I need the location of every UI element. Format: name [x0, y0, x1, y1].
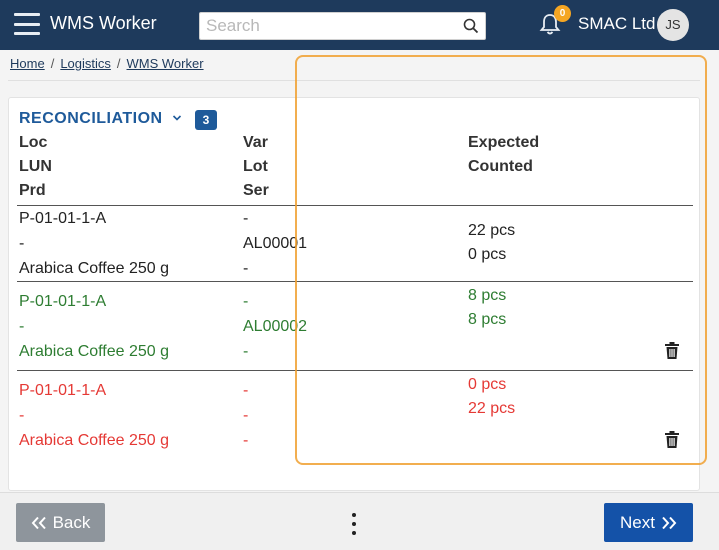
header-col-1: Loc LUN Prd	[19, 131, 52, 203]
breadcrumb-separator: /	[116, 56, 121, 71]
row-variant-cell: - - -	[243, 378, 248, 453]
row-counted: 8 pcs	[468, 311, 507, 328]
company-name[interactable]: SMAC Ltd	[578, 14, 655, 34]
back-label: Back	[52, 512, 91, 532]
app-title: WMS Worker	[50, 13, 157, 33]
more-vertical-icon[interactable]	[348, 513, 360, 535]
header-ser: Ser	[243, 182, 269, 199]
breadcrumb: Home / Logistics / WMS Worker	[10, 56, 204, 71]
trash-icon[interactable]	[665, 431, 679, 448]
header-var: Var	[243, 134, 268, 151]
row-loc: P-01-01-1-A	[19, 293, 107, 310]
next-label: Next	[620, 512, 655, 532]
row-qty-cell: 22 pcs 0 pcs	[468, 219, 515, 267]
header-expected: Expected	[468, 134, 540, 151]
next-button[interactable]: Next	[604, 503, 693, 542]
row-var: -	[243, 210, 249, 227]
row-lun: -	[19, 235, 25, 252]
table-row[interactable]: P-01-01-1-A - Arabica Coffee 250 g	[19, 378, 169, 453]
header-loc: Loc	[19, 134, 48, 151]
row-expected: 22 pcs	[468, 222, 516, 239]
row-lot: -	[243, 407, 249, 424]
search-box[interactable]	[199, 12, 486, 40]
breadcrumb-logistics[interactable]: Logistics	[60, 56, 111, 71]
row-loc: P-01-01-1-A	[19, 210, 107, 227]
hamburger-icon[interactable]	[14, 13, 40, 35]
header-prd: Prd	[19, 182, 46, 199]
header-counted: Counted	[468, 158, 533, 175]
back-button[interactable]: Back	[16, 503, 105, 542]
chevron-down-icon[interactable]	[172, 113, 182, 123]
row-qty-cell: 8 pcs 8 pcs	[468, 284, 506, 332]
row-var: -	[243, 382, 249, 399]
header-lun: LUN	[19, 158, 52, 175]
section-title[interactable]: RECONCILIATION	[19, 110, 163, 128]
double-chevron-left-icon	[31, 516, 46, 529]
row-loc: P-01-01-1-A	[19, 382, 107, 399]
row-divider	[17, 370, 693, 371]
breadcrumb-separator: /	[50, 56, 55, 71]
row-counted: 22 pcs	[468, 400, 516, 417]
row-qty-cell: 0 pcs 22 pcs	[468, 373, 515, 421]
header-lot: Lot	[243, 158, 268, 175]
search-input[interactable]	[200, 13, 450, 39]
search-icon[interactable]	[463, 18, 479, 34]
row-prd: Arabica Coffee 250 g	[19, 432, 170, 449]
row-lun: -	[19, 407, 25, 424]
row-ser: -	[243, 432, 249, 449]
table-row[interactable]: P-01-01-1-A - Arabica Coffee 250 g	[19, 206, 169, 281]
breadcrumb-home[interactable]: Home	[10, 56, 45, 71]
count-badge: 3	[195, 110, 217, 130]
breadcrumb-wms-worker[interactable]: WMS Worker	[127, 56, 204, 71]
bottom-bar: Back Next	[0, 492, 719, 550]
avatar[interactable]: JS	[657, 9, 689, 41]
trash-icon[interactable]	[665, 342, 679, 359]
table-row[interactable]: P-01-01-1-A - Arabica Coffee 250 g	[19, 289, 169, 364]
row-expected: 0 pcs	[468, 376, 507, 393]
reconciliation-card: RECONCILIATION 3 Loc LUN Prd Var Lot Ser…	[8, 97, 700, 491]
notification-badge: 0	[554, 5, 571, 22]
row-lun: -	[19, 318, 25, 335]
row-lot: AL00002	[243, 318, 308, 335]
top-bar: WMS Worker 0 SMAC Ltd JS	[0, 0, 719, 50]
header-col-2: Var Lot Ser	[243, 131, 269, 203]
divider	[8, 80, 700, 81]
row-lot: AL00001	[243, 235, 308, 252]
row-counted: 0 pcs	[468, 246, 507, 263]
header-col-3: Expected Counted	[468, 131, 539, 179]
row-divider	[17, 281, 693, 282]
row-variant-cell: - AL00001 -	[243, 206, 307, 281]
row-expected: 8 pcs	[468, 287, 507, 304]
row-ser: -	[243, 260, 249, 277]
double-chevron-right-icon	[662, 516, 677, 529]
row-prd: Arabica Coffee 250 g	[19, 260, 170, 277]
row-variant-cell: - AL00002 -	[243, 289, 307, 364]
row-ser: -	[243, 343, 249, 360]
row-var: -	[243, 293, 249, 310]
row-prd: Arabica Coffee 250 g	[19, 343, 170, 360]
